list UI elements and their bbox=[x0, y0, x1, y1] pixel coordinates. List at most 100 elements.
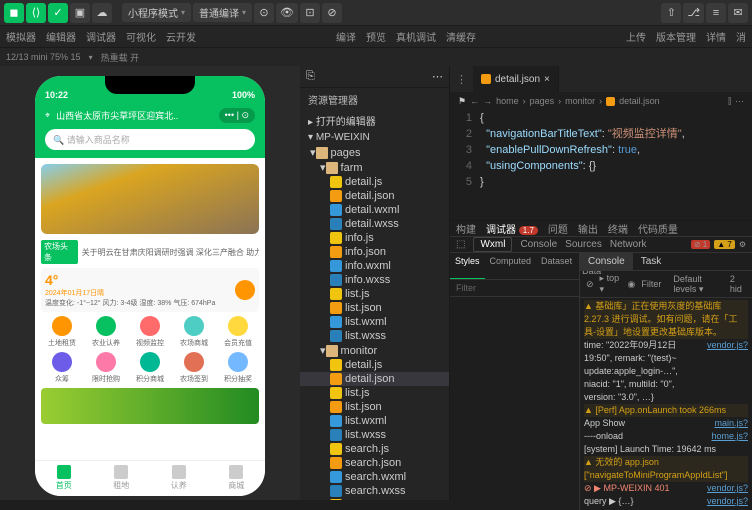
upload-icon[interactable]: ⇧ bbox=[661, 3, 681, 23]
styles-tab[interactable]: Styles bbox=[450, 253, 485, 279]
compile-dropdown[interactable]: 普通编译▾ bbox=[193, 3, 252, 22]
tab-preview[interactable]: 预览 bbox=[366, 29, 386, 44]
compile-icon[interactable]: ⊙ bbox=[254, 3, 274, 23]
crumb-item[interactable]: pages bbox=[530, 96, 555, 106]
nav-back-icon[interactable]: ← bbox=[470, 96, 479, 106]
message-icon[interactable]: ✉ bbox=[728, 3, 748, 23]
tabbar-item[interactable]: 首页 bbox=[35, 461, 93, 496]
crumb-item[interactable]: home bbox=[496, 96, 519, 106]
mode-dropdown[interactable]: 小程序模式▾ bbox=[122, 3, 191, 22]
feature-item[interactable]: 积分抽奖 bbox=[217, 352, 259, 384]
tree-node[interactable]: ▾ farm bbox=[300, 160, 449, 175]
tree-node[interactable]: detail.js bbox=[300, 175, 449, 189]
warn-count-badge[interactable]: ▲ 7 bbox=[714, 240, 735, 249]
dt-tab-terminal[interactable]: 终端 bbox=[608, 221, 628, 236]
location-text[interactable]: 山西省太原市尖草坪区迎宾北.. bbox=[56, 109, 213, 122]
feature-item[interactable]: 视频监控 bbox=[129, 316, 171, 348]
tree-node[interactable]: list.js bbox=[300, 386, 449, 400]
tree-node[interactable]: ▾ monitor bbox=[300, 343, 449, 358]
console-filter[interactable]: Filter bbox=[641, 279, 661, 289]
hot-reload-label[interactable]: 热重载 开 bbox=[101, 51, 140, 64]
tree-node[interactable]: list.js bbox=[300, 287, 449, 301]
hidden-count[interactable]: 2 hid bbox=[730, 274, 746, 294]
feature-item[interactable]: 众筹 bbox=[41, 352, 83, 384]
tab-simulator[interactable]: 模拟器 bbox=[6, 29, 36, 44]
tab-msg[interactable]: 消 bbox=[736, 29, 746, 44]
source-link[interactable]: vendor.js? bbox=[707, 339, 748, 404]
dt-tab-problems[interactable]: 问题 bbox=[548, 221, 568, 236]
detail-icon[interactable]: ≡ bbox=[706, 3, 726, 23]
code-editor[interactable]: 12345 { "navigationBarTitleText": "视频监控详… bbox=[450, 110, 752, 220]
console-tab[interactable]: Console bbox=[580, 253, 633, 270]
explorer-more-icon[interactable]: ⋯ bbox=[432, 70, 443, 83]
clear-console-icon[interactable]: ⊘ bbox=[586, 279, 594, 290]
user-icon[interactable]: ◼ bbox=[4, 3, 24, 23]
close-icon[interactable]: × bbox=[544, 74, 550, 85]
editor-tab-active[interactable]: detail.json × bbox=[473, 66, 559, 92]
tab-cloud[interactable]: 云开发 bbox=[166, 29, 196, 44]
console-output[interactable]: ▲ 基础库」正在使用灰度的基础库 2.27.3 进行调试。如有问题，请在「工具-… bbox=[580, 298, 752, 510]
crumb-item[interactable]: detail.json bbox=[619, 96, 660, 106]
feature-item[interactable]: 会员充值 bbox=[217, 316, 259, 348]
preview-icon[interactable]: 👁 bbox=[276, 3, 298, 23]
version-icon[interactable]: ⎇ bbox=[683, 3, 704, 23]
tree-node[interactable]: list.wxss bbox=[300, 329, 449, 343]
context-select[interactable]: ▸ top ▾ bbox=[600, 273, 622, 295]
tree-node[interactable]: ▾ pages bbox=[300, 145, 449, 160]
feature-item[interactable]: 农场签到 bbox=[173, 352, 215, 384]
feature-item[interactable]: 农业认养 bbox=[85, 316, 127, 348]
source-link[interactable]: vendor.js? bbox=[707, 495, 748, 508]
tab-version[interactable]: 版本管理 bbox=[656, 29, 696, 44]
terminal-icon[interactable]: ▣ bbox=[70, 3, 90, 23]
tree-node[interactable]: detail.json bbox=[300, 189, 449, 203]
subtab-wxml[interactable]: Wxml bbox=[473, 237, 512, 252]
open-editors-section[interactable]: ▸ 打开的编辑器 bbox=[300, 111, 449, 130]
dataset-tab[interactable]: Dataset bbox=[536, 253, 577, 279]
news-bar[interactable]: 农场头条 关于明云在甘肃庆阳调研时强调 深化三产融合 助力.. bbox=[41, 240, 259, 264]
status-icon[interactable]: ✓ bbox=[48, 3, 68, 23]
tab-clearcache[interactable]: 清缓存 bbox=[446, 29, 476, 44]
tree-node[interactable]: list.wxml bbox=[300, 315, 449, 329]
tree-node[interactable]: search.wxml bbox=[300, 470, 449, 484]
settings-icon[interactable]: ⚙ bbox=[739, 240, 746, 249]
tree-node[interactable]: list.wxss bbox=[300, 428, 449, 442]
cloud-icon[interactable]: ☁ bbox=[92, 3, 112, 23]
tree-node[interactable]: search.wxss bbox=[300, 484, 449, 498]
feature-item[interactable]: 农场商城 bbox=[173, 316, 215, 348]
promo-image[interactable] bbox=[41, 388, 259, 424]
split-icon[interactable]: ⫿ bbox=[728, 96, 731, 107]
tree-node[interactable]: detail.js bbox=[300, 358, 449, 372]
bookmark-icon[interactable]: ⚑ bbox=[458, 96, 466, 107]
weather-card[interactable]: 4° 2024年01月17日晴 温度变化: -1°~12° 风力: 3-4级 湿… bbox=[41, 268, 259, 312]
source-link[interactable]: home.js? bbox=[711, 430, 748, 443]
tree-node[interactable]: detail.wxml bbox=[300, 203, 449, 217]
banner-image[interactable] bbox=[41, 164, 259, 234]
levels-select[interactable]: Default levels ▾ bbox=[673, 274, 723, 295]
tree-node[interactable]: search.js bbox=[300, 442, 449, 456]
capsule-menu[interactable]: ••• | ⊙ bbox=[219, 108, 255, 123]
explorer-copy-icon[interactable]: ⎘ bbox=[306, 70, 315, 83]
feature-item[interactable]: 积分商城 bbox=[129, 352, 171, 384]
tree-node[interactable]: list.json bbox=[300, 400, 449, 414]
styles-filter[interactable]: Filter bbox=[450, 280, 579, 297]
dt-tab-debugger[interactable]: 调试器 1.7 bbox=[486, 221, 538, 236]
tree-node[interactable]: info.wxss bbox=[300, 273, 449, 287]
task-tab[interactable]: Task bbox=[633, 253, 670, 270]
feature-item[interactable]: 土地租赁 bbox=[41, 316, 83, 348]
tree-node[interactable]: info.json bbox=[300, 245, 449, 259]
crumb-item[interactable]: monitor bbox=[565, 96, 595, 106]
more-icon[interactable]: ⋯ bbox=[735, 96, 744, 107]
tab-debugger[interactable]: 调试器 bbox=[86, 29, 116, 44]
device-info[interactable]: 12/13 mini 75% 15 bbox=[6, 52, 81, 62]
tree-node[interactable]: list.json bbox=[300, 301, 449, 315]
feature-item[interactable]: 限时抢购 bbox=[85, 352, 127, 384]
nav-fwd-icon[interactable]: → bbox=[483, 96, 492, 106]
tree-node[interactable]: detail.json bbox=[300, 372, 449, 386]
subtab-console[interactable]: Console bbox=[520, 239, 557, 250]
subtab-sources[interactable]: Sources bbox=[565, 239, 602, 250]
tab-detail[interactable]: 详情 bbox=[706, 29, 726, 44]
tabbar-item[interactable]: 认养 bbox=[150, 461, 208, 496]
tab-editor[interactable]: 编辑器 bbox=[46, 29, 76, 44]
tree-node[interactable]: search.json bbox=[300, 456, 449, 470]
error-count-badge[interactable]: ⊘ 1 bbox=[691, 240, 710, 249]
